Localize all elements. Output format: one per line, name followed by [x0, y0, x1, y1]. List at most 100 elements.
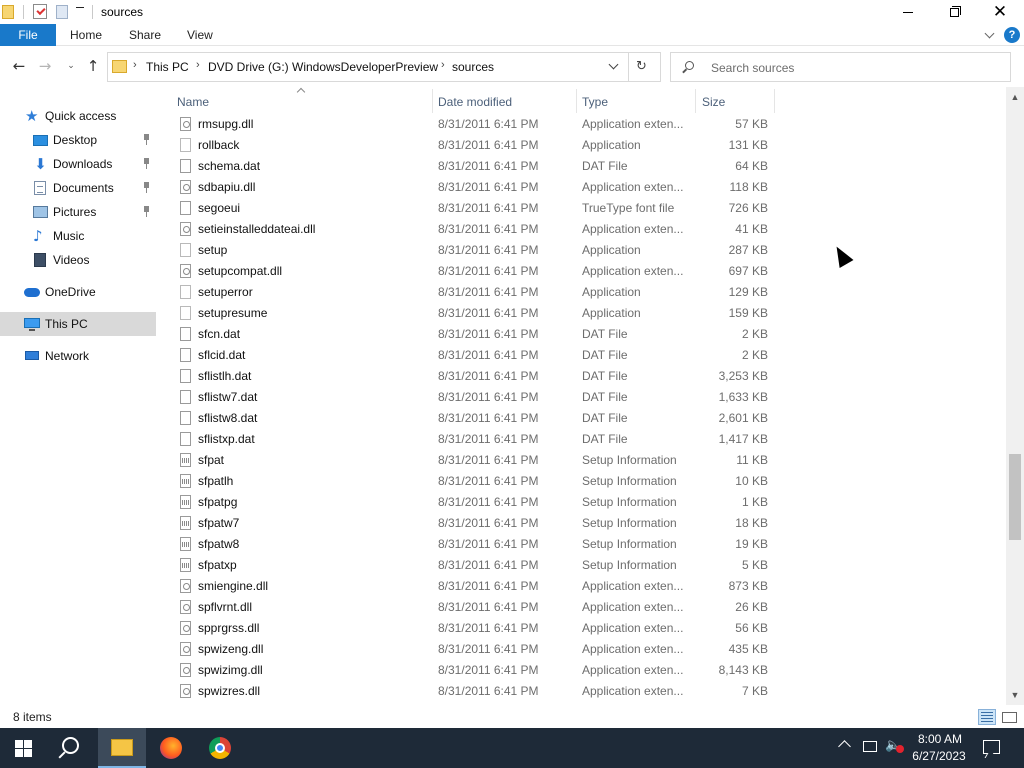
- large-icons-view-icon[interactable]: [1000, 709, 1018, 725]
- column-divider[interactable]: [774, 89, 775, 113]
- breadcrumb-this-pc[interactable]: This PC: [146, 60, 189, 74]
- file-size: 10 KB: [735, 474, 768, 488]
- pin-icon[interactable]: [142, 158, 152, 170]
- table-row[interactable]: sfpatlh 8/31/2011 6:41 PM Setup Informatio…: [176, 471, 776, 492]
- table-row[interactable]: sfpatpg 8/31/2011 6:41 PM Setup Informatio…: [176, 492, 776, 513]
- column-header-type[interactable]: Type: [582, 95, 608, 109]
- table-row[interactable]: sflistw8.dat 8/31/2011 6:41 PM DAT File 2,6…: [176, 408, 776, 429]
- properties-icon[interactable]: [33, 4, 47, 19]
- table-row[interactable]: sfcn.dat 8/31/2011 6:41 PM DAT File 2 KB: [176, 324, 776, 345]
- sidebar-item-documents[interactable]: Documents: [0, 176, 156, 200]
- breadcrumb-dvd-drive[interactable]: DVD Drive (G:) WindowsDeveloperPreview: [208, 60, 438, 74]
- new-folder-icon[interactable]: [56, 5, 68, 19]
- vertical-scrollbar[interactable]: ▲ ▼: [1006, 87, 1024, 705]
- search-icon[interactable]: [62, 737, 79, 754]
- customize-qat-icon[interactable]: [76, 7, 84, 17]
- table-row[interactable]: rmsupg.dll 8/31/2011 6:41 PM Application e…: [176, 114, 776, 135]
- breadcrumb-sources[interactable]: sources: [452, 60, 494, 74]
- refresh-icon[interactable]: ↻: [636, 60, 650, 74]
- table-row[interactable]: sdbapiu.dll 8/31/2011 6:41 PM Application …: [176, 177, 776, 198]
- tab-home[interactable]: Home: [70, 28, 102, 42]
- table-row[interactable]: sflistlh.dat 8/31/2011 6:41 PM DAT File 3,2…: [176, 366, 776, 387]
- details-view-icon[interactable]: [978, 709, 996, 725]
- start-button[interactable]: [15, 740, 32, 757]
- file-size: 26 KB: [735, 600, 768, 614]
- table-row[interactable]: sflistxp.dat 8/31/2011 6:41 PM DAT File 1,4…: [176, 429, 776, 450]
- pin-icon[interactable]: [142, 134, 152, 146]
- column-header-date-modified[interactable]: Date modified: [438, 95, 512, 109]
- file-type: Application: [582, 243, 641, 257]
- back-button[interactable]: ←: [10, 57, 28, 75]
- table-row[interactable]: smiengine.dll 8/31/2011 6:41 PM Applicatio…: [176, 576, 776, 597]
- file-size: 129 KB: [728, 285, 768, 299]
- maximize-button[interactable]: [931, 0, 977, 24]
- table-row[interactable]: segoeui 8/31/2011 6:41 PM TrueType font fi…: [176, 198, 776, 219]
- column-divider[interactable]: [576, 89, 577, 113]
- network-icon[interactable]: [863, 741, 877, 752]
- table-row[interactable]: sfpat 8/31/2011 6:41 PM Setup Information 1…: [176, 450, 776, 471]
- table-row[interactable]: sflistw7.dat 8/31/2011 6:41 PM DAT File 1,6…: [176, 387, 776, 408]
- help-icon[interactable]: ?: [1004, 27, 1020, 43]
- column-header-size[interactable]: Size: [702, 95, 725, 109]
- chevron-down-icon[interactable]: [607, 61, 621, 73]
- table-row[interactable]: sfpatw7 8/31/2011 6:41 PM Setup Informatio…: [176, 513, 776, 534]
- sidebar-item-this-pc[interactable]: This PC: [0, 312, 156, 336]
- tab-share[interactable]: Share: [129, 28, 161, 42]
- sidebar-item-onedrive[interactable]: OneDrive: [0, 280, 156, 304]
- table-row[interactable]: schema.dat 8/31/2011 6:41 PM DAT File 64 KB: [176, 156, 776, 177]
- minimize-icon: [903, 11, 913, 13]
- pin-icon[interactable]: [142, 182, 152, 194]
- close-button[interactable]: ✕: [977, 0, 1023, 24]
- table-row[interactable]: spwizimg.dll 8/31/2011 6:41 PM Application…: [176, 660, 776, 681]
- table-row[interactable]: spwizres.dll 8/31/2011 6:41 PM Application…: [176, 681, 776, 702]
- setup-info-file-icon: [180, 495, 191, 509]
- clock-date[interactable]: 6/27/2023: [908, 749, 970, 763]
- table-row[interactable]: spwizeng.dll 8/31/2011 6:41 PM Application…: [176, 639, 776, 660]
- this-pc-icon: [24, 318, 40, 331]
- recent-locations-button[interactable]: ⌄: [62, 57, 80, 75]
- taskbar-chrome[interactable]: [197, 728, 245, 768]
- table-row[interactable]: sfpatxp 8/31/2011 6:41 PM Setup Informatio…: [176, 555, 776, 576]
- desktop-icon: [33, 135, 48, 146]
- table-row[interactable]: setupresume 8/31/2011 6:41 PM Application 1…: [176, 303, 776, 324]
- sidebar-item-network[interactable]: Network: [0, 344, 156, 368]
- pin-icon[interactable]: [142, 206, 152, 218]
- sidebar-item-music[interactable]: ♪ Music: [0, 224, 156, 248]
- table-row[interactable]: sfpatw8 8/31/2011 6:41 PM Setup Informatio…: [176, 534, 776, 555]
- notifications-icon[interactable]: [983, 740, 1000, 754]
- table-row[interactable]: spflvrnt.dll 8/31/2011 6:41 PM Application…: [176, 597, 776, 618]
- table-row[interactable]: setup 8/31/2011 6:41 PM Application 287 KB: [176, 240, 776, 261]
- sidebar-item-quick-access[interactable]: ★ Quick access: [0, 104, 156, 128]
- taskbar-firefox[interactable]: [148, 728, 196, 768]
- chevron-up-icon[interactable]: [838, 740, 851, 753]
- forward-button[interactable]: →: [36, 57, 54, 75]
- sidebar-item-videos[interactable]: Videos: [0, 248, 156, 272]
- address-bar[interactable]: › This PC › DVD Drive (G:) WindowsDevelo…: [107, 52, 661, 82]
- column-divider[interactable]: [432, 89, 433, 113]
- scroll-down-icon[interactable]: ▼: [1010, 690, 1020, 700]
- sidebar-item-pictures[interactable]: Pictures: [0, 200, 156, 224]
- minimize-button[interactable]: [885, 0, 931, 24]
- up-button[interactable]: ↑: [84, 57, 102, 75]
- mute-badge-icon: [896, 745, 904, 753]
- column-headers: Name Date modified Type Size: [160, 87, 1006, 115]
- taskbar-file-explorer[interactable]: [98, 728, 146, 768]
- clock-time[interactable]: 8:00 AM: [912, 732, 968, 746]
- table-row[interactable]: setuperror 8/31/2011 6:41 PM Application 12…: [176, 282, 776, 303]
- sidebar-item-downloads[interactable]: ⬇ Downloads: [0, 152, 156, 176]
- scroll-up-icon[interactable]: ▲: [1010, 92, 1020, 102]
- table-row[interactable]: setupcompat.dll 8/31/2011 6:41 PM Applicat…: [176, 261, 776, 282]
- table-row[interactable]: setieinstalleddateai.dll 8/31/2011 6:41 P…: [176, 219, 776, 240]
- sidebar-item-desktop[interactable]: Desktop: [0, 128, 156, 152]
- table-row[interactable]: sflcid.dat 8/31/2011 6:41 PM DAT File 2 KB: [176, 345, 776, 366]
- scrollbar-thumb[interactable]: [1009, 454, 1021, 540]
- tab-view[interactable]: View: [187, 28, 213, 42]
- tab-file[interactable]: File: [0, 24, 56, 46]
- search-input[interactable]: Search sources: [670, 52, 1011, 82]
- expand-ribbon-icon[interactable]: [985, 29, 995, 39]
- file-date-modified: 8/31/2011 6:41 PM: [438, 600, 539, 614]
- table-row[interactable]: rollback 8/31/2011 6:41 PM Application 131 …: [176, 135, 776, 156]
- column-header-name[interactable]: Name: [177, 95, 209, 109]
- table-row[interactable]: spprgrss.dll 8/31/2011 6:41 PM Application…: [176, 618, 776, 639]
- column-divider[interactable]: [695, 89, 696, 113]
